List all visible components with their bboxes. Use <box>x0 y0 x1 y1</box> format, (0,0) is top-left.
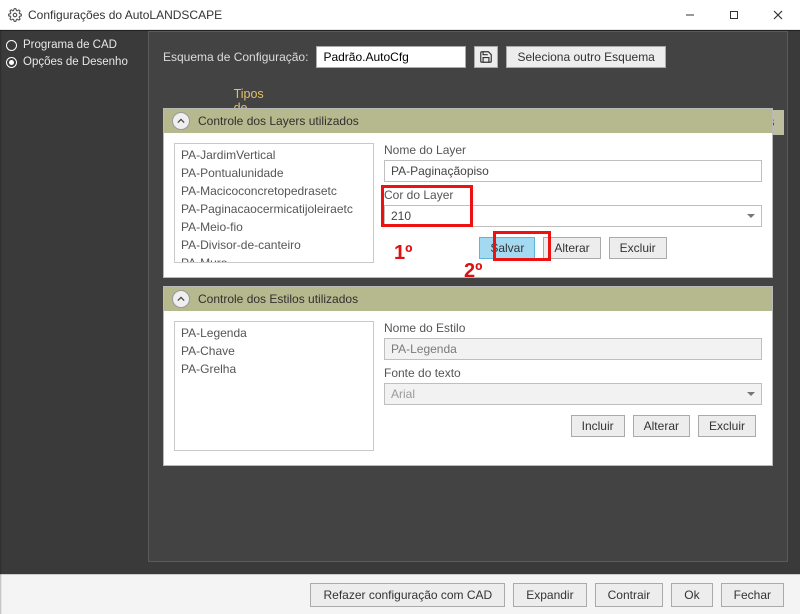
layer-name-label: Nome do Layer <box>384 143 762 157</box>
scheme-row: Esquema de Configuração: Seleciona outro… <box>149 32 787 78</box>
close-icon <box>773 10 783 20</box>
select-other-scheme-button[interactable]: Seleciona outro Esquema <box>506 46 665 68</box>
layer-color-combo[interactable]: 210 <box>384 205 762 227</box>
list-item[interactable]: PA-Pontualunidade <box>179 164 369 182</box>
list-item[interactable]: PA-Divisor-de-canteiro <box>179 236 369 254</box>
window-title: Configurações do AutoLANDSCAPE <box>28 8 668 22</box>
gear-icon <box>8 8 22 22</box>
layer-save-button[interactable]: Salvar <box>479 237 535 259</box>
scheme-input[interactable] <box>316 46 466 68</box>
layer-name-input[interactable] <box>384 160 762 182</box>
save-scheme-button[interactable] <box>474 46 498 68</box>
collapse-button[interactable] <box>172 290 190 308</box>
tab-content: Controle dos Layers utilizados PA-Jardim… <box>163 108 773 551</box>
minimize-icon <box>685 10 695 20</box>
main-panel: Esquema de Configuração: Seleciona outro… <box>148 31 788 562</box>
layer-color-label: Cor do Layer <box>384 188 762 202</box>
scheme-label: Esquema de Configuração: <box>163 50 308 64</box>
radio-icon <box>6 40 17 51</box>
bottom-bar: Refazer configuração com CAD Expandir Co… <box>0 574 800 614</box>
chevron-up-icon <box>177 295 185 303</box>
styles-section-header: Controle dos Estilos utilizados <box>164 287 772 311</box>
style-font-value: Arial <box>391 387 415 401</box>
layer-delete-button[interactable]: Excluir <box>609 237 667 259</box>
list-item[interactable]: PA-Macicoconcretopedrasetc <box>179 182 369 200</box>
list-item[interactable]: PA-Legenda <box>179 324 369 342</box>
style-delete-button[interactable]: Excluir <box>698 415 756 437</box>
layer-buttons: Salvar Alterar Excluir <box>384 237 762 259</box>
style-include-button[interactable]: Incluir <box>571 415 625 437</box>
layers-section-header: Controle dos Layers utilizados <box>164 109 772 133</box>
collapse-button[interactable] <box>172 112 190 130</box>
layer-edit-button[interactable]: Alterar <box>543 237 600 259</box>
list-item[interactable]: PA-Grelha <box>179 360 369 378</box>
maximize-button[interactable] <box>712 0 756 30</box>
sidebar-item-cad-program[interactable]: Programa de CAD <box>6 39 142 51</box>
sidebar-item-drawing-options[interactable]: Opções de Desenho <box>6 56 142 68</box>
redo-cad-button[interactable]: Refazer configuração com CAD <box>310 583 505 607</box>
style-font-combo[interactable]: Arial <box>384 383 762 405</box>
list-item[interactable]: PA-Meio-fio <box>179 218 369 236</box>
maximize-icon <box>729 10 739 20</box>
styles-section: Controle dos Estilos utilizados PA-Legen… <box>163 286 773 466</box>
app-body: Programa de CAD Opções de Desenho Esquem… <box>0 30 800 574</box>
chevron-up-icon <box>177 117 185 125</box>
section-title: Controle dos Layers utilizados <box>198 114 359 128</box>
list-item[interactable]: PA-Muro <box>179 254 369 263</box>
close-button[interactable] <box>756 0 800 30</box>
list-item[interactable]: PA-Chave <box>179 342 369 360</box>
expand-button[interactable]: Expandir <box>513 583 586 607</box>
layers-list[interactable]: PA-JardimVertical PA-Pontualunidade PA-M… <box>174 143 374 263</box>
style-name-label: Nome do Estilo <box>384 321 762 335</box>
radio-icon <box>6 57 17 68</box>
sidebar-item-label: Opções de Desenho <box>23 56 128 68</box>
style-buttons: Incluir Alterar Excluir <box>384 415 762 437</box>
contract-button[interactable]: Contrair <box>595 583 664 607</box>
section-title: Controle dos Estilos utilizados <box>198 292 358 306</box>
style-edit-button[interactable]: Alterar <box>633 415 690 437</box>
ok-button[interactable]: Ok <box>671 583 712 607</box>
list-item[interactable]: PA-Paginacaocermicatijoleiraetc <box>179 200 369 218</box>
layer-color-value: 210 <box>391 209 411 223</box>
list-item[interactable]: PA-JardimVertical <box>179 146 369 164</box>
minimize-button[interactable] <box>668 0 712 30</box>
styles-list[interactable]: PA-Legenda PA-Chave PA-Grelha <box>174 321 374 451</box>
style-font-label: Fonte do texto <box>384 366 762 380</box>
floppy-icon <box>479 50 493 64</box>
close-window-button[interactable]: Fechar <box>721 583 784 607</box>
sidebar-item-label: Programa de CAD <box>23 39 117 51</box>
layers-section: Controle dos Layers utilizados PA-Jardim… <box>163 108 773 278</box>
title-bar: Configurações do AutoLANDSCAPE <box>0 0 800 30</box>
style-name-input[interactable] <box>384 338 762 360</box>
annotation-2: 2º <box>464 260 482 283</box>
sidebar: Programa de CAD Opções de Desenho <box>0 31 148 574</box>
